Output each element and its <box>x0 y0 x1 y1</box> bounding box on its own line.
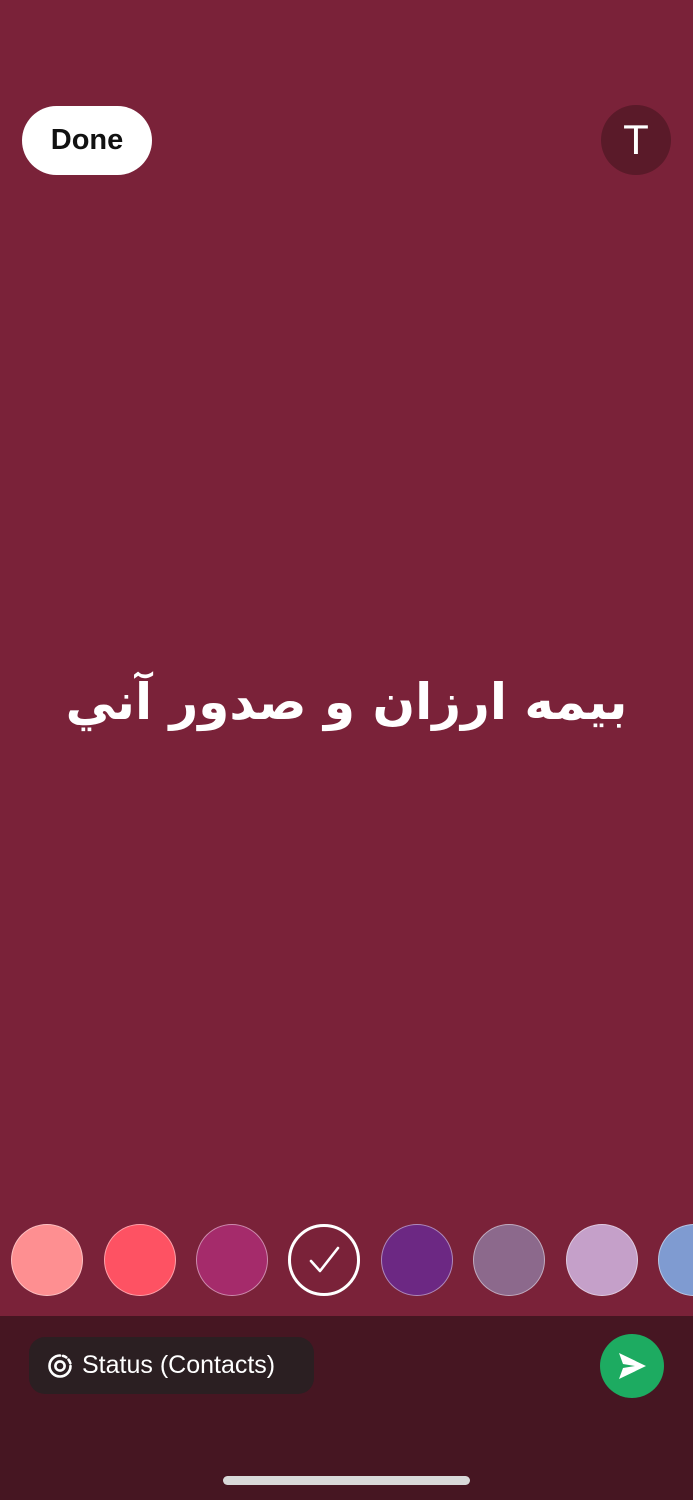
status-canvas[interactable] <box>0 0 693 1316</box>
color-swatch-selected[interactable] <box>288 1224 360 1296</box>
color-swatch-mauve[interactable] <box>473 1224 545 1296</box>
color-swatch-blue[interactable] <box>658 1224 693 1296</box>
audience-selector[interactable]: Status (Contacts) <box>29 1337 314 1394</box>
color-swatch-purple[interactable] <box>381 1224 453 1296</box>
audience-label: Status (Contacts) <box>82 1351 276 1379</box>
home-indicator[interactable] <box>223 1476 470 1485</box>
color-swatch-lilac[interactable] <box>566 1224 638 1296</box>
checkmark-icon <box>309 1246 340 1273</box>
font-style-button[interactable]: T <box>601 105 671 175</box>
send-arrow-icon <box>619 1353 646 1379</box>
send-button[interactable] <box>600 1334 664 1398</box>
status-ring-icon <box>47 1353 73 1379</box>
text-font-icon: T <box>623 116 649 163</box>
status-text[interactable]: بيمه ارزان و صدور آني <box>0 660 693 744</box>
color-palette <box>0 1223 693 1299</box>
color-swatch-magenta[interactable] <box>196 1224 268 1296</box>
color-swatch-pink[interactable] <box>11 1224 83 1296</box>
color-swatch-red[interactable] <box>104 1224 176 1296</box>
done-button[interactable]: Done <box>22 106 152 175</box>
